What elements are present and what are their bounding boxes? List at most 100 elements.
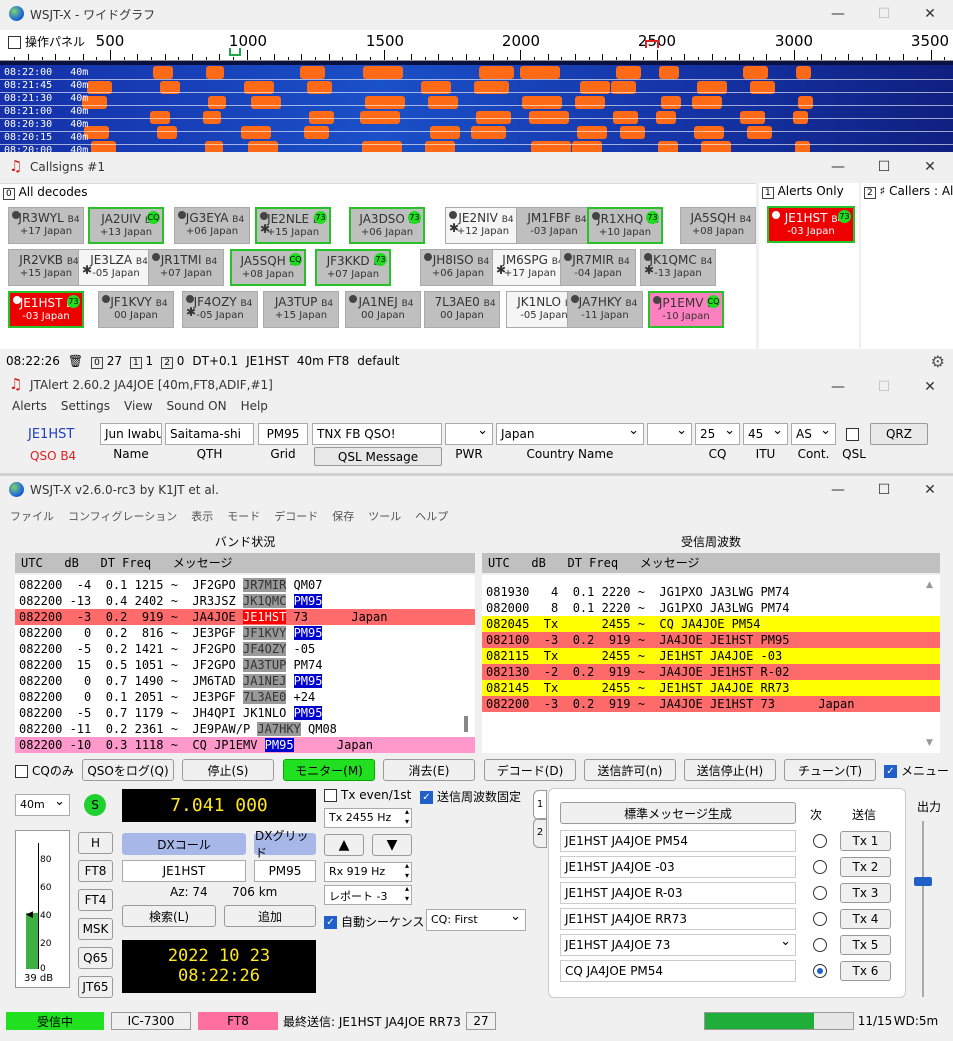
country-combo[interactable]: Japan (496, 423, 644, 445)
close-icon[interactable]: ✕ (907, 153, 953, 181)
checkbox-checked-icon[interactable]: ✓ (884, 765, 897, 778)
maximize-icon[interactable]: ☐ (861, 153, 907, 181)
tab-2[interactable]: 2 (533, 818, 547, 848)
mode-msk-button[interactable]: MSK (78, 918, 113, 940)
mode-q65-button[interactable]: Q65 (78, 947, 113, 969)
tx4-next-radio[interactable] (813, 912, 827, 926)
trash-icon[interactable]: 🗑 (68, 354, 83, 368)
checkbox-checked-icon[interactable]: ✓ (420, 791, 433, 804)
hold-tx-freq-checkbox[interactable]: ✓ 送信周波数固定 (420, 788, 521, 805)
band-activity-row[interactable]: 082200 -10 0.3 1118 ~ CQ JP1EMV PM95 Jap… (15, 737, 475, 753)
rx-frequency-row[interactable]: 081930 4 0.1 2220 ~ JG1PXO JA3LWG PM74 (482, 584, 940, 600)
name-field[interactable]: Jun Iwabu (100, 423, 162, 445)
callsign-tile[interactable]: JM1FBF B4 -03 Japan (516, 207, 592, 244)
qth-field[interactable]: Saitama-shi (165, 423, 254, 445)
tx3-message-field[interactable]: JE1HST JA4JOE R-03 (560, 882, 796, 904)
menu-file[interactable]: ファイル (10, 508, 54, 524)
mode-h-button[interactable]: H (78, 832, 113, 854)
qsl-message-field[interactable]: TNX FB QSO! (312, 423, 442, 445)
rx-frequency-row[interactable]: 082100 -3 0.2 919 ~ JA4JOE JE1HST PM95 (482, 632, 940, 648)
tx6-button[interactable]: Tx 6 (840, 961, 891, 981)
tx4-button[interactable]: Tx 4 (840, 909, 891, 929)
qsl-checkbox[interactable] (846, 427, 863, 441)
tab-all-decodes[interactable]: 0 All decodes (3, 185, 87, 200)
callsign-tile[interactable]: JG3EYA B4 +06 Japan (174, 207, 250, 244)
callsign-tile[interactable]: JA7HKY B4 -11 Japan (567, 291, 643, 328)
checkbox-icon[interactable] (846, 427, 859, 441)
band-combo[interactable]: 40m (15, 794, 70, 816)
up-arrow-button[interactable]: ▲ (324, 834, 364, 856)
callsign-tile[interactable]: JP1EMV B4-10 JapanCQ (648, 291, 724, 328)
tx3-button[interactable]: Tx 3 (840, 883, 891, 903)
gear-icon[interactable]: ⚙ (931, 352, 945, 371)
checkbox-icon[interactable] (8, 36, 21, 49)
menu-tools[interactable]: ツール (368, 508, 401, 524)
tx1-button[interactable]: Tx 1 (840, 831, 891, 851)
callsign-tile[interactable]: JA2UIV B4+13 JapanCQ (88, 207, 164, 244)
rx-frequency-row[interactable]: 082200 -3 0.2 919 ~ JA4JOE JE1HST 73 Jap… (482, 696, 940, 712)
rx-freq-spin[interactable]: Rx 919 Hz (324, 861, 412, 882)
callsign-tile[interactable]: JE1HST B4-03 Japan73 (8, 291, 84, 328)
menu-mode[interactable]: モード (227, 508, 260, 524)
pwr-combo[interactable] (445, 423, 493, 445)
minimize-icon[interactable]: — (815, 373, 861, 401)
band-activity-row[interactable]: 082200 -5 0.2 1421 ~ JF2GPO JF4OZY -05 (15, 641, 475, 657)
down-arrow-button[interactable]: ▼ (372, 834, 412, 856)
band-activity-row[interactable]: 082200 -5 0.7 1179 ~ JH4QPI JK1NLO PM95 (15, 705, 475, 721)
menu-save[interactable]: 保存 (332, 508, 354, 524)
halt-tx-button[interactable]: 送信停止(H) (684, 759, 776, 781)
tx2-button[interactable]: Tx 2 (840, 857, 891, 877)
rx-frequency-row[interactable]: 082145 Tx 2455 ~ JE1HST JA4JOE RR73 (482, 680, 940, 696)
tx1-message-field[interactable]: JE1HST JA4JOE PM54 (560, 830, 796, 852)
lookup-button[interactable]: 検索(L) (122, 905, 216, 927)
decode-button[interactable]: デコード(D) (484, 759, 576, 781)
maximize-icon[interactable]: ☐ (861, 0, 907, 28)
alert-callsign-tile[interactable]: JE1HST B4 -03 Japan 73 (767, 206, 855, 243)
cq-only-checkbox[interactable]: CQのみ (15, 762, 74, 779)
band-activity-row[interactable]: 082200 0 0.1 2051 ~ JE3PGF 7L3AE0 +24 (15, 689, 475, 705)
callsign-tile[interactable]: JR1XHQ B4+10 Japan73 (587, 207, 663, 244)
band-activity-row[interactable]: 082200 0 0.7 1490 ~ JM6TAD JA1NEJ PM95 (15, 673, 475, 689)
menu-view[interactable]: 表示 (191, 508, 213, 524)
erase-button[interactable]: 消去(E) (383, 759, 475, 781)
rx-freq-marker[interactable] (229, 48, 241, 56)
maximize-icon[interactable]: ☐ (861, 476, 907, 504)
tx5-button[interactable]: Tx 5 (840, 935, 891, 955)
auto-seq-checkbox[interactable]: ✓ 自動シーケンス (324, 913, 424, 930)
minimize-icon[interactable]: — (815, 476, 861, 504)
callsign-tile[interactable]: ✱ JM6SPG B4 +17 Japan (492, 249, 568, 286)
callsign-tile[interactable]: JF1KVY B4 00 Japan (98, 291, 174, 328)
callsign-tile[interactable]: JA5SQH B4 +08 Japan (680, 207, 756, 244)
callsign-tile[interactable]: JR3WYL B4 +17 Japan (8, 207, 84, 244)
band-activity-row[interactable]: 082200 -13 0.4 2402 ~ JR3JSZ JK1QMC PM95 (15, 593, 475, 609)
menu-configuration[interactable]: コンフィグレーション (68, 508, 177, 524)
band-scrollbar[interactable] (464, 716, 468, 732)
band-activity-row[interactable]: 082200 -3 0.2 919 ~ JA4JOE JE1HST 73 Jap… (15, 609, 475, 625)
callsign-tile[interactable]: 7L3AE0 B4 00 Japan (424, 291, 500, 328)
band-activity-row[interactable]: 082200 -4 0.1 1215 ~ JF2GPO JR7MIR QM07 (15, 577, 475, 593)
itu-zone-combo[interactable]: 45 (743, 423, 788, 445)
menu-help[interactable]: ヘルプ (415, 508, 448, 524)
waterfall-display[interactable]: 08:22:00 40m 08:21:45 40m 08:21:30 40m 08:2… (0, 61, 953, 152)
menu-alerts[interactable]: Alerts (12, 399, 47, 413)
maximize-icon[interactable]: ☐ (861, 373, 907, 401)
tx6-message-field[interactable]: CQ JA4JOE PM54 (560, 960, 796, 982)
callsign-tile[interactable]: ✱ JE3LZA B4 -05 Japan (78, 249, 154, 286)
grid-field[interactable]: PM95 (258, 423, 308, 445)
tx3-next-radio[interactable] (813, 886, 827, 900)
rx-scrollbar[interactable]: ▲ ▼ (926, 580, 938, 750)
rx-frequency-row[interactable]: 082115 Tx 2455 ~ JE1HST JA4JOE -03 (482, 648, 940, 664)
tx5-next-radio[interactable] (813, 938, 827, 952)
power-slider[interactable] (922, 821, 924, 997)
callsign-tile[interactable]: JF3KKD B4+07 Japan73 (315, 249, 391, 286)
enable-tx-button[interactable]: 送信許可(n) (584, 759, 676, 781)
callsign-tile[interactable]: ✱ JF4OZY B4 -05 Japan (182, 291, 258, 328)
frequency-scale[interactable]: 操作パネル 500 1000 1500 2000 2500 3000 3500 (0, 30, 953, 61)
menu-help[interactable]: Help (241, 399, 268, 413)
callsign-tile[interactable]: JA3TUP B4 +15 Japan (263, 291, 339, 328)
dx-call-field[interactable]: JE1HST (122, 860, 246, 882)
rx-frequency-row[interactable]: 082000 8 0.1 2220 ~ JG1PXO JA3LWG PM74 (482, 600, 940, 616)
tx1-next-radio[interactable] (813, 834, 827, 848)
menu-sound[interactable]: Sound ON (167, 399, 227, 413)
tab-callers[interactable]: 2 ♯ Callers : Ale (864, 184, 953, 199)
